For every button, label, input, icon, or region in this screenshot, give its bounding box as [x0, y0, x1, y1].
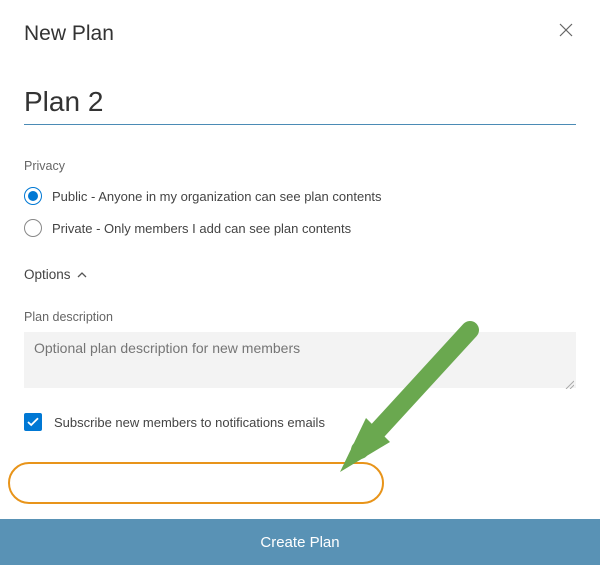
privacy-private-label: Private - Only members I add can see pla… [52, 221, 351, 236]
subscribe-checkbox [24, 413, 42, 431]
plan-description-textarea[interactable] [24, 332, 576, 388]
plan-description-label: Plan description [24, 310, 576, 324]
close-icon [559, 23, 573, 37]
create-plan-button[interactable]: Create Plan [0, 519, 600, 565]
options-toggle[interactable]: Options [24, 267, 576, 282]
radio-unselected-icon [24, 219, 42, 237]
subscribe-checkbox-row[interactable]: Subscribe new members to notifications e… [24, 407, 576, 437]
privacy-public-option[interactable]: Public - Anyone in my organization can s… [24, 187, 576, 205]
checkmark-icon [27, 417, 39, 427]
chevron-up-icon [77, 270, 87, 280]
plan-name-input[interactable] [24, 82, 576, 125]
privacy-section-label: Privacy [24, 159, 576, 173]
new-plan-dialog: New Plan Privacy Public - Anyone in my o… [0, 0, 600, 565]
dialog-header: New Plan [24, 22, 576, 46]
radio-selected-icon [24, 187, 42, 205]
privacy-public-label: Public - Anyone in my organization can s… [52, 189, 382, 204]
close-button[interactable] [554, 18, 578, 42]
subscribe-label: Subscribe new members to notifications e… [54, 415, 325, 430]
plan-description-wrapper [24, 332, 576, 393]
privacy-private-option[interactable]: Private - Only members I add can see pla… [24, 219, 576, 237]
dialog-title: New Plan [24, 22, 114, 46]
create-plan-label: Create Plan [260, 534, 339, 551]
options-toggle-label: Options [24, 267, 71, 282]
